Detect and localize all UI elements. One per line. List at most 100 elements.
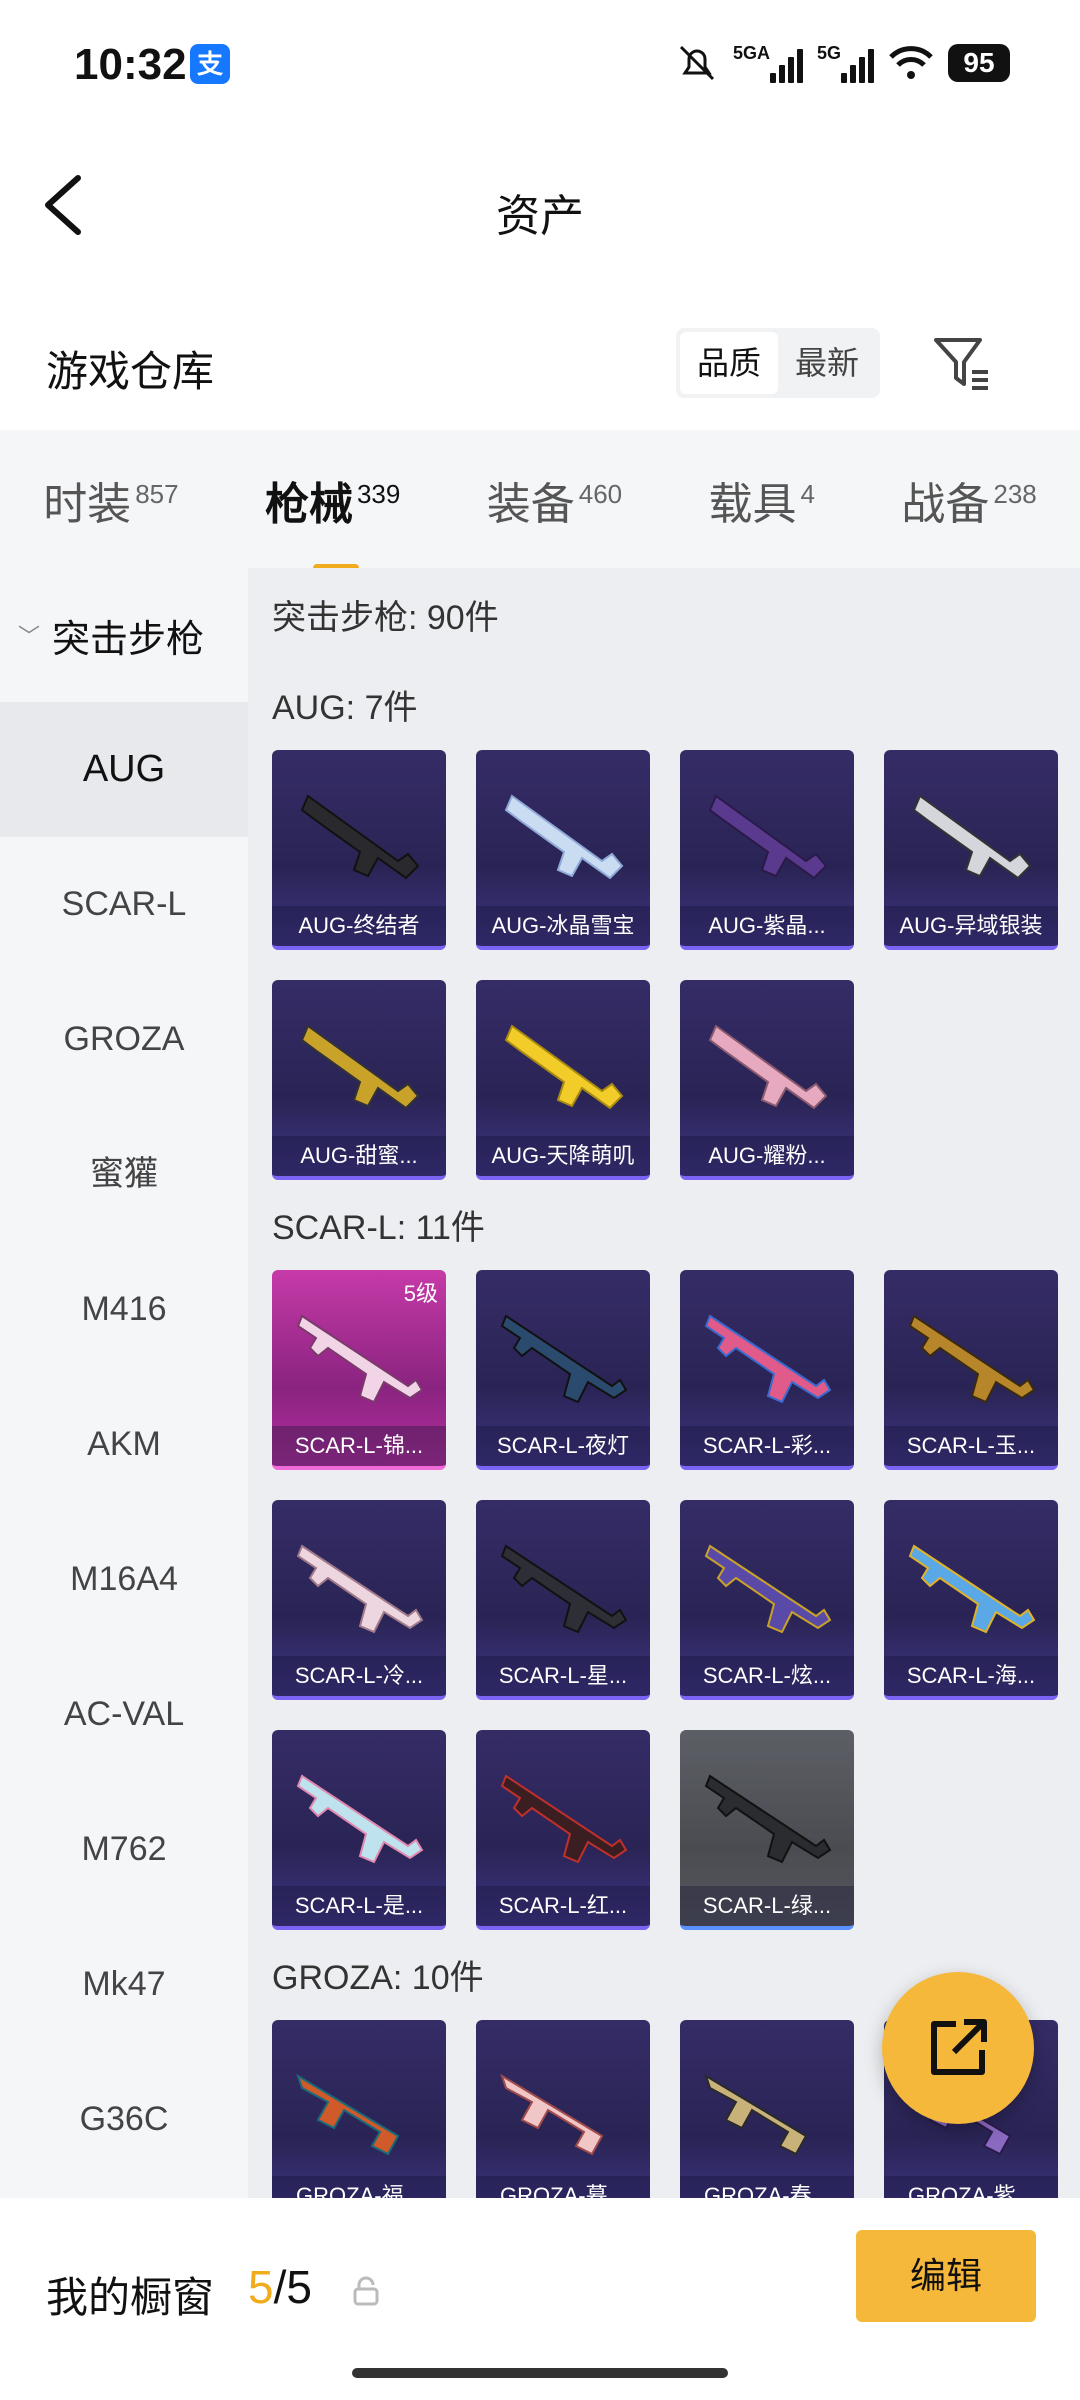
weapon-card[interactable]: SCAR-L-红...: [476, 1730, 650, 1930]
tab-label: 装备: [486, 480, 575, 529]
page-title: 资产: [496, 192, 584, 241]
weapon-card[interactable]: GROZA-春...: [680, 2020, 854, 2198]
weapon-card[interactable]: AUG-异域银装: [884, 750, 1058, 950]
rifle-image: [500, 1774, 628, 1864]
tab-vehicles[interactable]: 载具 4: [709, 468, 815, 568]
weapon-card[interactable]: SCAR-L-彩...: [680, 1270, 854, 1470]
tab-label: 枪械: [264, 480, 353, 529]
sidebar-item-groza[interactable]: GROZA: [0, 972, 248, 1107]
lock-icon: [353, 2276, 379, 2306]
tab-count: 4: [800, 479, 815, 509]
category-summary: 突击步枪: 90件: [272, 599, 499, 637]
weapon-name: SCAR-L-绿...: [680, 1886, 854, 1926]
aug-grid: AUG-终结者 AUG-冰晶雪宝 AUG-紫晶... AUG-异域银装 AUG-…: [272, 750, 1058, 1180]
rifle-image: [704, 1774, 832, 1864]
weapon-name: SCAR-L-玉...: [884, 1426, 1058, 1466]
rifle-image: [500, 1544, 628, 1634]
sidebar-item-m16a4[interactable]: M16A4: [0, 1512, 248, 1647]
filter-icon[interactable]: [930, 332, 992, 394]
sidebar-group-assault-rifles[interactable]: ﹀ 突击步枪: [0, 568, 248, 702]
top-nav: 资产: [0, 140, 1080, 270]
section-title-scar-l: SCAR-L: 11件: [272, 1209, 485, 1247]
sidebar-item-aug[interactable]: AUG: [0, 702, 248, 837]
weapon-card[interactable]: SCAR-L-夜灯: [476, 1270, 650, 1470]
weapon-card[interactable]: AUG-甜蜜...: [272, 980, 446, 1180]
weapon-name: SCAR-L-彩...: [680, 1426, 854, 1466]
warehouse-title: 游戏仓库: [46, 348, 215, 395]
weapon-name: SCAR-L-锦...: [272, 1426, 446, 1466]
rifle-image: [300, 1024, 420, 1110]
weapon-card[interactable]: SCAR-L-绿...: [680, 1730, 854, 1930]
weapon-card[interactable]: SCAR-L-炫...: [680, 1500, 854, 1700]
edit-button[interactable]: 编辑: [856, 2230, 1036, 2322]
rifle-image: [708, 1024, 828, 1110]
weapon-name: GROZA-福...: [272, 2176, 446, 2198]
sidebar-item-g36c[interactable]: G36C: [0, 2052, 248, 2187]
weapon-name: SCAR-L-夜灯: [476, 1426, 650, 1466]
sort-quality-button[interactable]: 品质: [680, 332, 778, 394]
rifle-image: [296, 1774, 424, 1864]
sidebar-item-scar-l[interactable]: SCAR-L: [0, 837, 248, 972]
sidebar-group-label: 突击步枪: [52, 618, 205, 661]
weapon-name: SCAR-L-冷...: [272, 1656, 446, 1696]
weapon-card[interactable]: AUG-天降萌叽: [476, 980, 650, 1180]
rifle-image: [300, 794, 420, 880]
weapon-name: SCAR-L-星...: [476, 1656, 650, 1696]
tab-weapons[interactable]: 枪械 339: [264, 468, 400, 572]
weapon-name: SCAR-L-炫...: [680, 1656, 854, 1696]
tab-supplies[interactable]: 战备 238: [901, 468, 1036, 568]
wifi-icon: [889, 46, 933, 79]
rifle-image: [704, 1314, 832, 1404]
sidebar-item-honey-badger[interactable]: 蜜獾: [0, 1107, 248, 1242]
tab-label: 载具: [708, 480, 797, 529]
rifle-image: [296, 1544, 424, 1634]
weapon-card[interactable]: SCAR-L-玉...: [884, 1270, 1058, 1470]
signal-5g-icon: 5G: [817, 43, 874, 83]
alipay-notification-icon: 支: [190, 44, 230, 84]
home-indicator[interactable]: [352, 2368, 728, 2378]
tab-count: 857: [135, 479, 179, 509]
network-label-1: 5GA: [732, 43, 770, 63]
weapon-name: AUG-终结者: [272, 906, 446, 946]
weapon-card[interactable]: SCAR-L-冷...: [272, 1500, 446, 1700]
tab-label: 战备: [901, 480, 990, 529]
scar-l-grid: 5级 SCAR-L-锦... SCAR-L-夜灯 SCAR-L-彩... SCAR…: [272, 1270, 1058, 1930]
status-time: 10:32: [74, 40, 187, 89]
tab-equipment[interactable]: 装备 460: [487, 468, 622, 568]
battery-icon: 95: [948, 44, 1010, 82]
weapon-card[interactable]: SCAR-L-海...: [884, 1500, 1058, 1700]
rifle-image: [908, 1544, 1036, 1634]
tab-count: 460: [578, 479, 623, 509]
sort-newest-button[interactable]: 最新: [778, 332, 876, 394]
level-badge: 5级: [403, 1281, 438, 1306]
rifle-image: [704, 2073, 808, 2156]
weapon-card[interactable]: AUG-冰晶雪宝: [476, 750, 650, 950]
weapon-card[interactable]: AUG-终结者: [272, 750, 446, 950]
rifle-image: [912, 794, 1032, 880]
tab-fashion[interactable]: 时装 857: [43, 468, 178, 568]
weapon-sidebar: ﹀ 突击步枪 AUG SCAR-L GROZA 蜜獾 M416 AKM M16A4…: [0, 568, 248, 2198]
weapon-name: SCAR-L-红...: [476, 1886, 650, 1926]
showcase-count-total: /5: [273, 2261, 312, 2313]
weapon-name: GROZA-紫...: [884, 2176, 1058, 2198]
sidebar-item-m416[interactable]: M416: [0, 1242, 248, 1377]
share-external-icon: [931, 2019, 987, 2075]
sidebar-item-m762[interactable]: M762: [0, 1782, 248, 1917]
weapon-name: AUG-紫晶...: [680, 906, 854, 946]
mute-icon: [679, 45, 715, 81]
weapon-card[interactable]: GROZA-福...: [272, 2020, 446, 2198]
weapon-card[interactable]: SCAR-L-星...: [476, 1500, 650, 1700]
category-tabs: 时装 857 枪械 339 装备 460 载具 4 战备 238: [0, 430, 1080, 572]
rifle-image: [296, 2073, 400, 2156]
weapon-card[interactable]: SCAR-L-是...: [272, 1730, 446, 1930]
section-title-aug: AUG: 7件: [272, 689, 418, 727]
weapon-card[interactable]: GROZA-暮...: [476, 2020, 650, 2198]
sidebar-item-ac-val[interactable]: AC-VAL: [0, 1647, 248, 1782]
weapon-card[interactable]: AUG-紫晶...: [680, 750, 854, 950]
weapon-card[interactable]: AUG-耀粉...: [680, 980, 854, 1180]
weapon-card[interactable]: 5级 SCAR-L-锦...: [272, 1270, 446, 1470]
share-fab[interactable]: [882, 1972, 1034, 2124]
weapon-name: AUG-异域银装: [884, 906, 1058, 946]
sidebar-item-akm[interactable]: AKM: [0, 1377, 248, 1512]
sidebar-item-mk47[interactable]: Mk47: [0, 1917, 248, 2052]
